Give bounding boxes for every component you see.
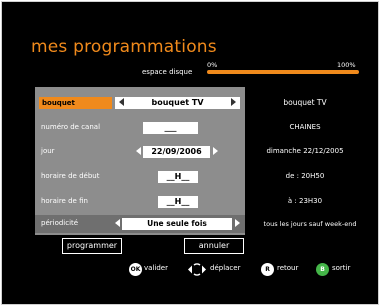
row-periodicity[interactable]: périodicité Une seule fois xyxy=(35,215,245,233)
periodicity-next-arrow-icon[interactable] xyxy=(235,219,240,227)
info-channel: CHAINES xyxy=(289,123,321,131)
disk-usage-bar xyxy=(207,70,359,74)
row-channel-number[interactable]: numéro de canal ___ xyxy=(35,119,245,137)
page-title: mes programmations xyxy=(31,37,217,57)
bouquet-prev-arrow-icon[interactable] xyxy=(119,98,124,106)
row-end-time[interactable]: horaire de fin __H__ xyxy=(35,193,245,211)
legend-move: déplacer xyxy=(210,264,241,272)
move-arrows-icon xyxy=(188,263,206,276)
end-time-input[interactable]: __H__ xyxy=(158,196,198,208)
row-bouquet[interactable]: bouquet bouquet TV xyxy=(35,94,245,112)
disk-min-label: 0% xyxy=(207,61,218,69)
field-label-bouquet: bouquet xyxy=(39,97,112,109)
r-key-icon: R xyxy=(261,263,274,276)
disk-space-label: espace disque xyxy=(142,68,193,76)
day-prev-arrow-icon[interactable] xyxy=(136,147,141,155)
field-label-day: jour xyxy=(41,147,55,155)
info-day: dimanche 22/12/2005 xyxy=(266,147,344,155)
channel-number-input[interactable]: ___ xyxy=(143,122,198,134)
legend-validate: valider xyxy=(144,264,168,272)
bouquet-selector[interactable]: bouquet TV xyxy=(115,97,240,109)
day-next-arrow-icon[interactable] xyxy=(213,147,218,155)
info-periodicity: tous les jours sauf week-end xyxy=(263,220,357,228)
tv-screen: mes programmations espace disque 0% 100%… xyxy=(1,1,379,305)
field-label-end: horaire de fin xyxy=(41,197,88,205)
info-end: à : 23H30 xyxy=(287,197,323,205)
field-label-channel: numéro de canal xyxy=(41,123,101,131)
cancel-button[interactable]: annuler xyxy=(184,238,244,254)
start-time-input[interactable]: __H__ xyxy=(158,171,198,183)
periodicity-prev-arrow-icon[interactable] xyxy=(115,219,120,227)
legend-back: retour xyxy=(277,264,299,272)
day-input[interactable]: 22/09/2006 xyxy=(143,146,210,158)
field-label-periodicity: périodicité xyxy=(41,219,79,227)
periodicity-selector[interactable]: Une seule fois xyxy=(122,218,232,230)
info-start: de : 20H50 xyxy=(285,172,325,180)
form-panel: bouquet bouquet TV numéro de canal ___ j… xyxy=(35,87,245,235)
row-day[interactable]: jour 22/09/2006 xyxy=(35,143,245,161)
field-label-start: horaire de début xyxy=(41,172,100,180)
b-key-icon: B xyxy=(316,263,329,276)
info-bouquet: bouquet TV xyxy=(283,98,327,107)
row-start-time[interactable]: horaire de début __H__ xyxy=(35,168,245,186)
disk-max-label: 100% xyxy=(337,61,356,69)
program-button[interactable]: programmer xyxy=(62,238,122,254)
bouquet-next-arrow-icon[interactable] xyxy=(231,98,236,106)
ok-key-icon: OK xyxy=(129,263,142,276)
legend-exit: sortir xyxy=(332,264,351,272)
